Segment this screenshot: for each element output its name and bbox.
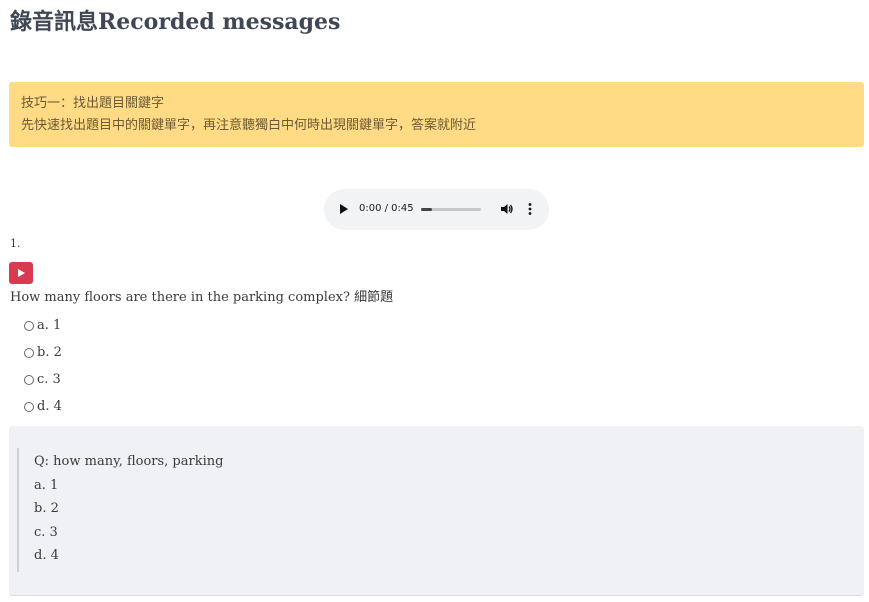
more-vertical-icon[interactable]	[525, 202, 535, 216]
page-title: 錄音訊息Recorded messages	[10, 9, 341, 35]
option-d[interactable]: d. 4	[24, 393, 62, 420]
option-label: a. 1	[37, 318, 62, 333]
question-text: How many floors are there in the parking…	[10, 290, 394, 305]
radio-button[interactable]	[24, 401, 34, 412]
play-icon	[18, 269, 25, 277]
answer-line: c. 3	[34, 524, 58, 540]
play-icon[interactable]	[340, 204, 348, 214]
option-a[interactable]: a. 1	[24, 312, 62, 339]
audio-seek-fill	[421, 208, 432, 211]
audio-player[interactable]: 0:00 / 0:45	[324, 189, 549, 230]
answer-keywords: Q: how many, floors, parking	[34, 454, 224, 469]
audio-time: 0:00 / 0:45	[359, 203, 414, 214]
answer-panel: Q: how many, floors, parking a. 1 b. 2 c…	[9, 426, 864, 596]
option-label: c. 3	[37, 372, 61, 387]
radio-button[interactable]	[24, 347, 34, 358]
blockquote-bar	[17, 448, 19, 572]
tip-title: 技巧一：找出題目關鍵字	[21, 96, 165, 111]
answer-line: b. 2	[34, 501, 59, 516]
answer-options: a. 1 b. 2 c. 3 d. 4	[24, 312, 62, 420]
play-button[interactable]	[9, 262, 33, 284]
option-c[interactable]: c. 3	[24, 366, 62, 393]
answer-notes: Q: how many, floors, parking a. 1 b. 2 c…	[34, 452, 223, 570]
audio-seek-bar[interactable]	[421, 208, 481, 211]
tip-box: 技巧一：找出題目關鍵字 先快速找出題目中的關鍵單字，再注意聽獨白中何時出現關鍵單…	[9, 82, 864, 147]
option-b[interactable]: b. 2	[24, 339, 62, 366]
answer-line: d. 4	[34, 548, 59, 563]
volume-icon[interactable]	[500, 202, 514, 216]
answer-line: a. 1	[34, 477, 59, 493]
radio-button[interactable]	[24, 374, 34, 385]
option-label: d. 4	[37, 399, 62, 414]
question-number: 1.	[10, 237, 21, 250]
tip-body: 先快速找出題目中的關鍵單字，再注意聽獨白中何時出現關鍵單字，答案就附近	[21, 118, 477, 133]
radio-button[interactable]	[24, 320, 34, 331]
option-label: b. 2	[37, 345, 62, 360]
